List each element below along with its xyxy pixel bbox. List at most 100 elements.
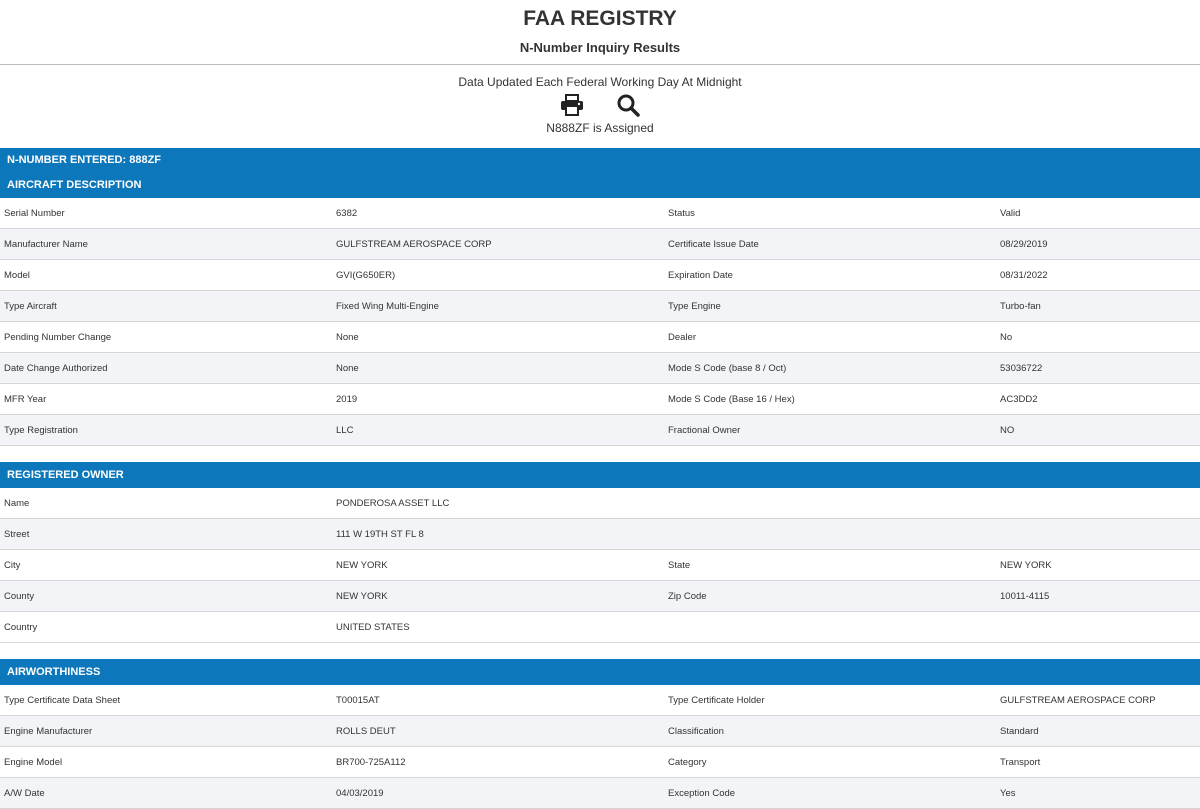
field-label: Certificate Issue Date [664,228,996,260]
table-row: Serial Number 6382 Status Valid [0,198,1200,229]
field-value: 08/31/2022 [996,259,1200,291]
field-label: Mode S Code (Base 16 / Hex) [664,383,996,415]
aircraft-section-header: AIRCRAFT DESCRIPTION [0,172,1200,198]
table-row: Manufacturer Name GULFSTREAM AEROSPACE CO… [0,228,1200,260]
field-value: Standard [996,715,1200,747]
table-row: Pending Number Change None Dealer No [0,321,1200,353]
update-notice: Data Updated Each Federal Working Day At… [458,75,742,89]
table-row: Street 111 W 19TH ST FL 8 [0,518,1200,550]
field-label: Date Change Authorized [0,352,332,384]
table-row: Type Registration LLC Fractional Owner NO [0,414,1200,446]
field-value: GULFSTREAM AEROSPACE CORP [332,228,664,260]
field-value [996,488,1200,519]
field-value: None [332,321,664,353]
table-row: County NEW YORK Zip Code 10011-4115 [0,580,1200,612]
field-label: Country [0,611,332,643]
field-value: LLC [332,414,664,446]
airworthiness-table: Type Certificate Data Sheet T00015AT Type … [0,685,1200,809]
field-value [996,518,1200,550]
page-title: FAA REGISTRY [523,7,677,30]
field-label: Category [664,746,996,778]
table-row: Name PONDEROSA ASSET LLC [0,488,1200,519]
table-row: Model GVI(G650ER) Expiration Date 08/31/202… [0,259,1200,291]
assignment-status: N888ZF is Assigned [546,121,654,135]
field-label: Engine Manufacturer [0,715,332,747]
toolbar [0,91,1200,119]
field-value: NEW YORK [332,549,664,581]
field-value: Valid [996,198,1200,229]
field-label [664,518,996,550]
owner-table-body: Name PONDEROSA ASSET LLC Street 111 W 19TH … [0,488,1200,643]
field-value [996,611,1200,643]
field-label: Zip Code [664,580,996,612]
field-label: Model [0,259,332,291]
field-value: 04/03/2019 [332,777,664,809]
field-label: Serial Number [0,198,332,229]
field-label: Type Aircraft [0,290,332,322]
table-row: Country UNITED STATES [0,611,1200,643]
table-row: Engine Model BR700-725A112 Category Transpo… [0,746,1200,778]
field-label: Expiration Date [664,259,996,291]
info-area: Data Updated Each Federal Working Day At… [0,65,1200,148]
page-header: FAA REGISTRY N-Number Inquiry Results [0,0,1200,65]
page-subtitle: N-Number Inquiry Results [519,40,681,55]
table-row: MFR Year 2019 Mode S Code (Base 16 / Hex) A… [0,383,1200,415]
table-row: Type Certificate Data Sheet T00015AT Type … [0,685,1200,716]
field-label [664,488,996,519]
field-value: NO [996,414,1200,446]
owner-table: Name PONDEROSA ASSET LLC Street 111 W 19TH … [0,488,1200,643]
airworthiness-table-body: Type Certificate Data Sheet T00015AT Type … [0,685,1200,809]
field-label: State [664,549,996,581]
field-label: A/W Date [0,777,332,809]
airworthiness-section-header: AIRWORTHINESS [0,659,1200,685]
field-value: BR700-725A112 [332,746,664,778]
field-label: Type Certificate Holder [664,685,996,716]
field-value: Transport [996,746,1200,778]
field-value: Fixed Wing Multi-Engine [332,290,664,322]
field-value: ROLLS DEUT [332,715,664,747]
aircraft-table-body: Serial Number 6382 Status Valid Manufacturer… [0,198,1200,446]
field-label: Pending Number Change [0,321,332,353]
owner-section-header: REGISTERED OWNER [0,462,1200,488]
table-row: A/W Date 04/03/2019 Exception Code Yes [0,777,1200,809]
table-row: Type Aircraft Fixed Wing Multi-Engine Type… [0,290,1200,322]
field-label: Type Certificate Data Sheet [0,685,332,716]
nnumber-bar: N-NUMBER ENTERED: 888ZF [0,148,1200,172]
table-row: Date Change Authorized None Mode S Code (b… [0,352,1200,384]
field-label: Name [0,488,332,519]
field-value: T00015AT [332,685,664,716]
field-label [664,611,996,643]
field-label: Dealer [664,321,996,353]
field-value: None [332,352,664,384]
field-value: 53036722 [996,352,1200,384]
field-label: Classification [664,715,996,747]
field-value: 10011-4115 [996,580,1200,612]
field-label: City [0,549,332,581]
field-value: 111 W 19TH ST FL 8 [332,518,664,550]
field-label: Exception Code [664,777,996,809]
field-label: MFR Year [0,383,332,415]
field-value: 2019 [332,383,664,415]
field-label: Engine Model [0,746,332,778]
field-label: Manufacturer Name [0,228,332,260]
field-value: 08/29/2019 [996,228,1200,260]
field-value: Yes [996,777,1200,809]
field-value: NEW YORK [332,580,664,612]
field-value: GVI(G650ER) [332,259,664,291]
field-value: No [996,321,1200,353]
print-icon[interactable] [559,92,585,118]
search-icon[interactable] [615,92,641,118]
field-value: NEW YORK [996,549,1200,581]
field-value: 6382 [332,198,664,229]
field-label: Mode S Code (base 8 / Oct) [664,352,996,384]
field-value: GULFSTREAM AEROSPACE CORP [996,685,1200,716]
field-label: Street [0,518,332,550]
field-label: Type Registration [0,414,332,446]
field-label: Fractional Owner [664,414,996,446]
field-label: Type Engine [664,290,996,322]
table-row: City NEW YORK State NEW YORK [0,549,1200,581]
field-value: UNITED STATES [332,611,664,643]
field-value: AC3DD2 [996,383,1200,415]
